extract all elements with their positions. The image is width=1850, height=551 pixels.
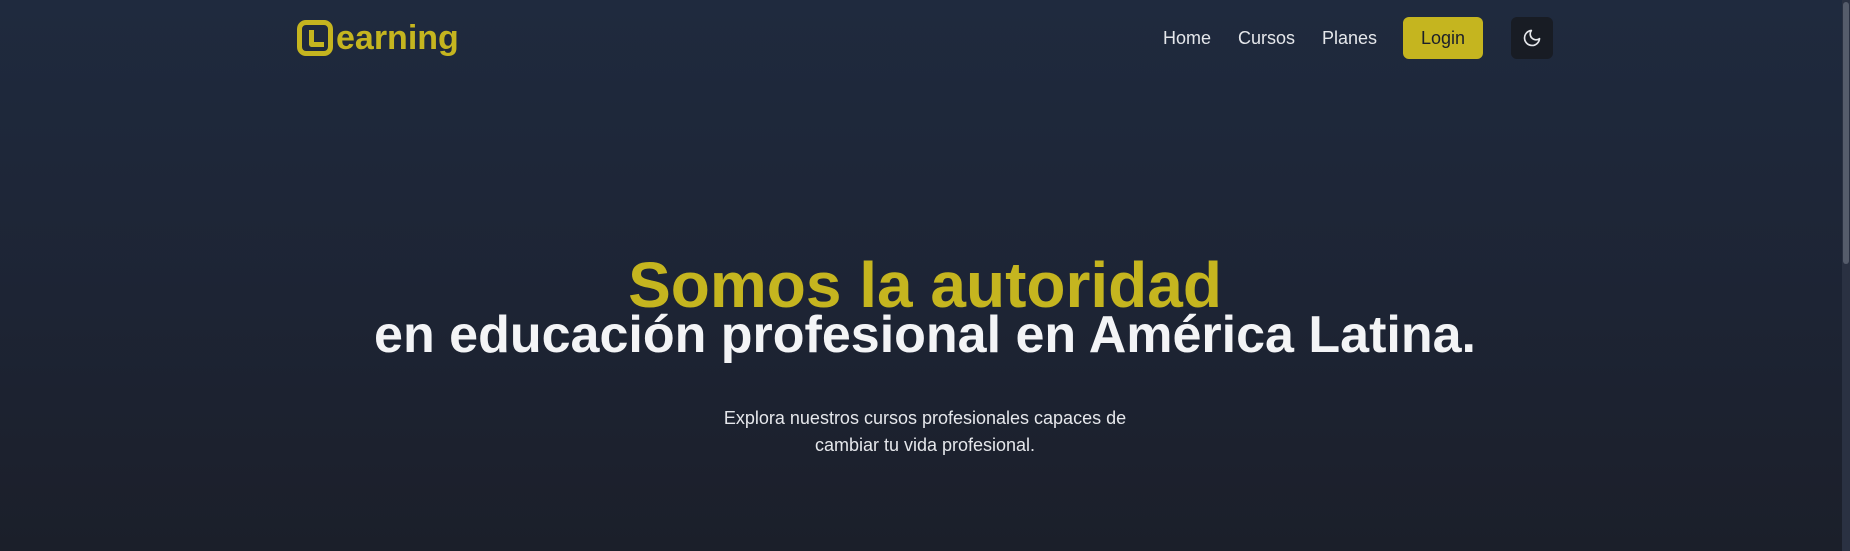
- theme-toggle-button[interactable]: [1511, 17, 1553, 59]
- nav-link-planes[interactable]: Planes: [1322, 18, 1377, 58]
- login-button[interactable]: Login: [1403, 17, 1483, 59]
- hero-subtitle-line-2: cambiar tu vida profesional.: [814, 435, 1036, 455]
- nav-link-home[interactable]: Home: [1163, 18, 1211, 58]
- moon-icon: [1522, 28, 1542, 48]
- logo-link[interactable]: earning: [297, 16, 459, 60]
- hero-title-rest: en educación profesional en América Lati…: [374, 306, 1476, 364]
- nav-link-cursos[interactable]: Cursos: [1238, 18, 1295, 58]
- navbar: earning Home Cursos Planes Login: [0, 0, 1850, 76]
- scrollbar-thumb[interactable]: [1843, 2, 1849, 264]
- page-scrollbar[interactable]: [1842, 0, 1850, 551]
- hero-subtitle: Explora nuestros cursos profesionales ca…: [700, 405, 1150, 459]
- hero-subtitle-line-1: Explora nuestros cursos profesionales ca…: [723, 408, 1127, 428]
- logo-icon: [297, 20, 333, 56]
- logo-text: earning: [336, 19, 459, 57]
